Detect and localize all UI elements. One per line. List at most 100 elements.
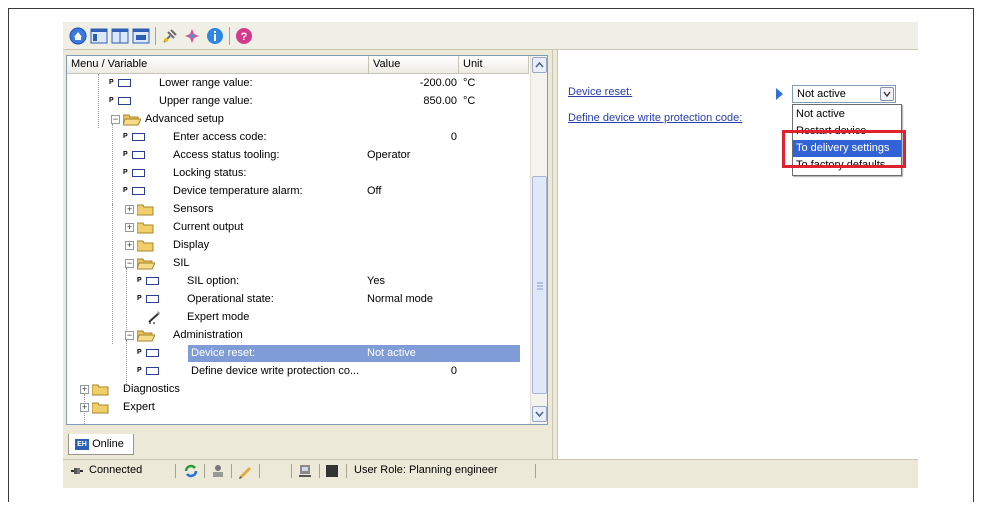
chevron-down-icon[interactable] (880, 87, 894, 101)
application-window: ? Menu / Variable Value Unit P Lower ran… (63, 22, 918, 488)
column-header-menu[interactable]: Menu / Variable (67, 56, 369, 74)
row-label: Operational state: (187, 293, 274, 305)
option-not-active[interactable]: Not active (793, 106, 901, 123)
row-value: Off (367, 185, 382, 197)
row-unit: °C (463, 77, 476, 89)
expand-toggle[interactable]: + (125, 205, 134, 214)
row-value: Not active (367, 347, 416, 359)
collapse-toggle[interactable]: − (125, 259, 134, 268)
folder-icon (92, 384, 109, 396)
tree-node-display[interactable]: + Display (67, 236, 529, 254)
table-row[interactable]: P SIL option: Yes (67, 272, 529, 290)
table-row[interactable]: P Upper range value: 850.00 °C (67, 92, 529, 110)
tree-node-advanced-setup[interactable]: − Advanced setup (67, 110, 529, 128)
row-label: Display (173, 239, 210, 251)
expand-toggle[interactable]: + (80, 403, 89, 412)
row-label: Diagnostics (123, 383, 180, 395)
tree-node-sensors[interactable]: + Sensors (67, 200, 529, 218)
connect-icon[interactable] (161, 27, 179, 45)
row-label: Sensors (173, 203, 214, 215)
tree-node-current-output[interactable]: + Current output (67, 218, 529, 236)
row-label: Enter access code: (173, 131, 267, 143)
row-label: Expert mode (187, 311, 250, 323)
folder-open-icon (137, 258, 155, 270)
scrollbar-thumb[interactable] (532, 176, 547, 394)
pencil-icon[interactable] (237, 463, 253, 479)
table-row[interactable]: P Locking status: (67, 164, 529, 182)
write-protection-link[interactable]: Define device write protection code: (568, 112, 742, 124)
row-label: Device temperature alarm: (173, 185, 303, 197)
table-row-selected[interactable]: P Device reset: Not active (67, 344, 529, 362)
row-value: 850.00 (423, 95, 457, 107)
add-device-icon[interactable] (183, 27, 201, 45)
row-label: Upper range value: (159, 95, 253, 107)
row-value: Operator (367, 149, 411, 161)
stop-icon[interactable] (325, 464, 339, 478)
column-header-unit[interactable]: Unit (459, 56, 529, 74)
collapse-toggle[interactable]: − (111, 115, 120, 124)
folder-icon (137, 204, 154, 216)
table-row[interactable]: P Access status tooling: Operator (67, 146, 529, 164)
row-label: Access status tooling: (173, 149, 280, 161)
row-label: Lower range value: (159, 77, 253, 89)
column-header-value[interactable]: Value (369, 56, 459, 74)
row-label: Expert (123, 401, 155, 413)
table-row[interactable]: P Operational state: Normal mode (67, 290, 529, 308)
vertical-scrollbar[interactable] (530, 56, 547, 424)
status-separator (319, 464, 320, 478)
connection-status: Connected (89, 464, 143, 476)
user-role: User Role: Planning engineer (354, 464, 498, 476)
tree-node-sil[interactable]: − SIL (67, 254, 529, 272)
status-separator (175, 464, 176, 478)
tree-body: P Lower range value: -200.00 °C P Upper … (67, 74, 529, 424)
parameter-icon: P (137, 348, 161, 358)
folder-open-icon (123, 114, 141, 126)
folder-open-icon (137, 330, 155, 342)
folder-icon (92, 402, 109, 414)
scroll-up-button[interactable] (532, 57, 547, 73)
table-row[interactable]: P Lower range value: -200.00 °C (67, 74, 529, 92)
collapse-toggle[interactable]: − (125, 331, 134, 340)
row-unit: °C (463, 95, 476, 107)
row-label: SIL option: (187, 275, 240, 287)
expand-toggle[interactable]: + (125, 241, 134, 250)
annotation-highlight-box (782, 130, 906, 168)
status-separator (259, 464, 260, 478)
expand-toggle[interactable]: + (125, 223, 134, 232)
device-icon[interactable] (297, 463, 313, 479)
expand-toggle[interactable]: + (80, 385, 89, 394)
scroll-down-button[interactable] (532, 406, 547, 422)
parameter-icon: P (137, 276, 161, 286)
online-icon: EH (75, 438, 89, 450)
info-icon[interactable] (206, 27, 224, 45)
home-icon[interactable] (69, 27, 87, 45)
tree-node-administration[interactable]: − Administration (67, 326, 529, 344)
tree-node-diagnostics[interactable]: + Diagnostics (67, 380, 529, 398)
row-label: Current output (173, 221, 244, 233)
folder-icon (137, 222, 154, 234)
layout-split-icon[interactable] (111, 27, 129, 45)
layout-single-icon[interactable] (132, 27, 150, 45)
table-row[interactable]: P Define device write protection co... 0 (67, 362, 529, 380)
parameter-icon: P (123, 132, 147, 142)
refresh-icon[interactable] (183, 463, 199, 479)
device-reset-link[interactable]: Device reset: (568, 86, 632, 98)
layout-tree-icon[interactable] (90, 27, 108, 45)
tab-online[interactable]: EH Online (68, 434, 134, 455)
status-bar: Connected User Role: Planning engineer (63, 459, 918, 481)
help-icon[interactable]: ? (235, 27, 253, 45)
connected-icon (71, 468, 83, 474)
user-icon[interactable] (210, 463, 226, 479)
table-row[interactable]: Expert mode (67, 308, 529, 326)
parameter-icon: P (109, 96, 133, 106)
row-value: 0 (450, 131, 457, 143)
table-row[interactable]: P Enter access code: 0 (67, 128, 529, 146)
toolbar: ? (63, 22, 918, 50)
row-label: Advanced setup (145, 113, 224, 125)
device-reset-combobox[interactable]: Not active (792, 85, 896, 103)
parameter-icon: P (137, 366, 161, 376)
table-row[interactable]: P Device temperature alarm: Off (67, 182, 529, 200)
folder-icon (137, 240, 154, 252)
status-separator (346, 464, 347, 478)
tree-node-expert[interactable]: + Expert (67, 398, 529, 416)
